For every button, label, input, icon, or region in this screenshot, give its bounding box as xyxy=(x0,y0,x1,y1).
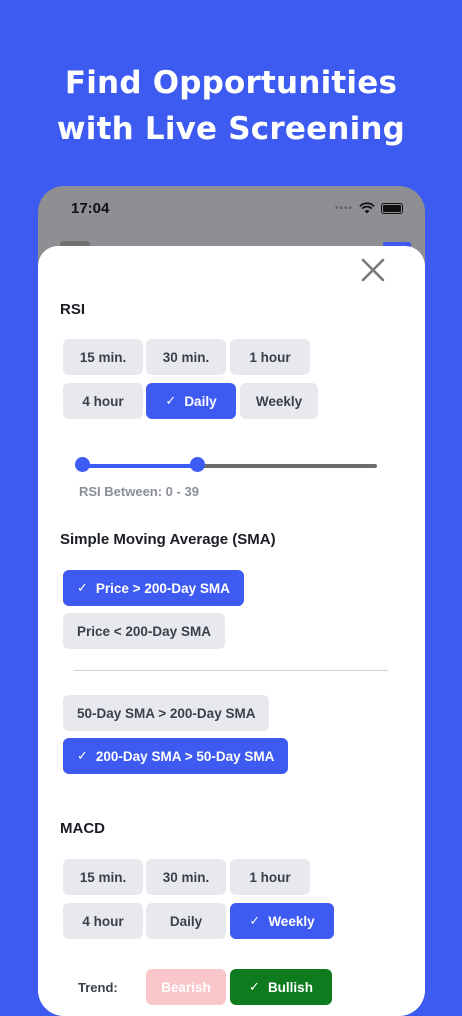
sma-price-chip[interactable]: ✓ Price > 200-Day SMA xyxy=(63,570,244,606)
macd-timeframe-chip[interactable]: Daily xyxy=(146,903,226,939)
wifi-icon xyxy=(359,202,375,214)
check-icon: ✓ xyxy=(77,748,88,763)
rsi-timeframe-chip[interactable]: Weekly xyxy=(240,383,318,419)
sma-title: Simple Moving Average (SMA) xyxy=(60,531,276,548)
rsi-slider-range xyxy=(82,464,198,468)
rsi-max-handle[interactable] xyxy=(190,457,206,472)
trend-label: Trend: xyxy=(78,980,118,995)
sma-cross-chip[interactable]: ✓ 200-Day SMA > 50-Day SMA xyxy=(63,738,289,774)
chip-label: Price > 200-Day SMA xyxy=(95,580,230,596)
rsi-title: RSI xyxy=(60,301,86,318)
chip-label: 30 min. xyxy=(162,869,210,885)
chip-label: 15 min. xyxy=(79,869,127,885)
filter-sheet: RSI 15 min. 30 min. 1 hour 4 hour ✓ Daily Week… xyxy=(38,246,425,1016)
chip-label: 1 hour xyxy=(249,869,291,885)
chip-label: 4 hour xyxy=(82,913,124,929)
chip-label: Bearish xyxy=(161,979,211,995)
rsi-timeframe-chip[interactable]: ✓ Daily xyxy=(146,383,236,419)
phone-frame: 17:04 •••• RSI 15 min. 30 min. 1 hour 4 hou… xyxy=(38,186,425,1016)
chip-label: Price < 200-Day SMA xyxy=(77,623,211,639)
chip-label: 4 hour xyxy=(82,393,124,409)
status-bar: 17:04 •••• xyxy=(38,186,425,230)
status-time: 17:04 xyxy=(71,199,110,217)
check-icon: ✓ xyxy=(249,979,260,994)
rsi-timeframe-chip[interactable]: 4 hour xyxy=(63,383,143,419)
rsi-timeframe-chip[interactable]: 15 min. xyxy=(63,339,143,375)
macd-title: MACD xyxy=(60,820,105,837)
chip-label: Bullish xyxy=(267,979,313,995)
chip-label: Daily xyxy=(169,913,203,929)
chip-label: 15 min. xyxy=(79,349,127,365)
chip-label: 30 min. xyxy=(162,349,210,365)
macd-timeframe-chip[interactable]: 1 hour xyxy=(230,859,310,895)
chip-label: 50-Day SMA > 200-Day SMA xyxy=(77,705,256,721)
chip-label: 1 hour xyxy=(249,349,291,365)
macd-timeframe-chip[interactable]: 30 min. xyxy=(146,859,226,895)
macd-timeframe-chip[interactable]: ✓ Weekly xyxy=(230,903,334,939)
close-icon[interactable] xyxy=(361,258,385,282)
chip-label: Weekly xyxy=(255,393,303,409)
rsi-min-handle[interactable] xyxy=(75,457,90,472)
rsi-range-caption: RSI Between: 0 - 39 xyxy=(79,484,199,499)
chip-label: 200-Day SMA > 50-Day SMA xyxy=(95,748,275,764)
check-icon: ✓ xyxy=(165,393,177,408)
rsi-timeframe-chip[interactable]: 30 min. xyxy=(146,339,226,375)
promo-headline: Find Opportunities with Live Screening xyxy=(0,60,462,152)
sma-cross-chip[interactable]: 50-Day SMA > 200-Day SMA xyxy=(63,695,270,731)
macd-timeframe-chip[interactable]: 4 hour xyxy=(63,903,143,939)
sma-price-chip[interactable]: Price < 200-Day SMA xyxy=(63,613,225,649)
rsi-timeframe-chip[interactable]: 1 hour xyxy=(230,339,310,375)
promo-line-2: with Live Screening xyxy=(56,111,406,147)
chip-label: Weekly xyxy=(268,913,315,929)
macd-timeframe-chip[interactable]: 15 min. xyxy=(63,859,143,895)
check-icon: ✓ xyxy=(77,580,88,595)
promo-line-1: Find Opportunities xyxy=(64,65,398,101)
sma-divider xyxy=(74,670,388,671)
signal-icon: •••• xyxy=(334,202,353,214)
chip-label: Daily xyxy=(184,393,217,409)
check-icon: ✓ xyxy=(249,913,261,928)
battery-icon xyxy=(381,202,403,214)
